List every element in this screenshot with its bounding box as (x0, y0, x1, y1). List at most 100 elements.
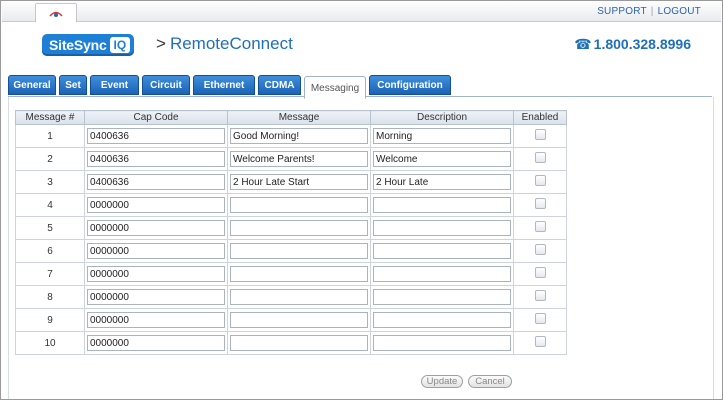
message-cell (227, 239, 371, 263)
description-cell (370, 170, 514, 194)
description-input[interactable] (373, 197, 511, 213)
support-link[interactable]: SUPPORT (597, 6, 647, 17)
enabled-checkbox[interactable] (534, 198, 546, 209)
message-input[interactable] (230, 220, 368, 236)
tab-ethernet[interactable]: Ethernet (193, 75, 255, 95)
tab-set[interactable]: Set (59, 75, 87, 95)
cap-code-input[interactable] (87, 243, 225, 259)
cap-code-input[interactable] (87, 128, 225, 144)
cap-code-input[interactable] (87, 289, 225, 305)
cap-code-input[interactable] (87, 266, 225, 282)
tab-circuit[interactable]: Circuit (142, 75, 190, 95)
tab-cdma[interactable]: CDMA (258, 75, 301, 95)
description-input[interactable] (373, 312, 511, 328)
message-number: 9 (15, 308, 85, 332)
description-input[interactable] (373, 243, 511, 259)
message-input[interactable] (230, 335, 368, 351)
enabled-checkbox[interactable] (534, 152, 546, 163)
enabled-checkbox[interactable] (534, 267, 546, 278)
message-number: 7 (15, 262, 85, 286)
enabled-cell (513, 331, 567, 355)
table-row: 5 (15, 216, 567, 240)
table-row: 4 (15, 193, 567, 217)
enabled-cell (513, 147, 567, 171)
column-header-description: Description (370, 110, 514, 125)
cap-code-cell (84, 262, 228, 286)
table-row: 10 (15, 331, 567, 355)
tab-event[interactable]: Event (90, 75, 139, 95)
message-input[interactable] (230, 128, 368, 144)
description-input[interactable] (373, 151, 511, 167)
cancel-button[interactable]: Cancel (468, 375, 512, 388)
table-header-row: Message # Cap Code Message Description E… (15, 110, 567, 125)
message-input[interactable] (230, 266, 368, 282)
cap-code-input[interactable] (87, 197, 225, 213)
tab-configuration[interactable]: Configuration (369, 75, 451, 95)
enabled-checkbox[interactable] (534, 221, 546, 232)
column-header-enabled: Enabled (513, 110, 567, 125)
tab-messaging[interactable]: Messaging (304, 76, 366, 99)
enabled-cell (513, 308, 567, 332)
cap-code-input[interactable] (87, 220, 225, 236)
enabled-checkbox[interactable] (534, 290, 546, 301)
table-row: 6 (15, 239, 567, 263)
description-input[interactable] (373, 289, 511, 305)
tab-general[interactable]: General (8, 75, 56, 95)
enabled-checkbox[interactable] (534, 244, 546, 255)
message-number: 3 (15, 170, 85, 194)
message-number: 1 (15, 124, 85, 148)
description-cell (370, 285, 514, 309)
enabled-checkbox[interactable] (534, 129, 546, 140)
enabled-checkbox[interactable] (534, 175, 546, 186)
description-input[interactable] (373, 335, 511, 351)
cap-code-cell (84, 285, 228, 309)
description-input[interactable] (373, 266, 511, 282)
column-header-message-num: Message # (15, 110, 85, 125)
browser-tab[interactable] (35, 3, 77, 22)
description-input[interactable] (373, 174, 511, 190)
message-cell (227, 308, 371, 332)
enabled-cell (513, 216, 567, 240)
message-input[interactable] (230, 197, 368, 213)
app-window: SUPPORT | LOGOUT SiteSync IQ > RemoteConnec… (0, 0, 723, 400)
cap-code-input[interactable] (87, 312, 225, 328)
message-input[interactable] (230, 174, 368, 190)
logout-link[interactable]: LOGOUT (658, 6, 701, 17)
cap-code-input[interactable] (87, 174, 225, 190)
enabled-cell (513, 193, 567, 217)
logo-text: SiteSync (49, 37, 107, 53)
table-row: 1 (15, 124, 567, 148)
description-cell (370, 239, 514, 263)
table-row: 2 (15, 147, 567, 171)
table-row: 8 (15, 285, 567, 309)
message-input[interactable] (230, 243, 368, 259)
message-cell (227, 147, 371, 171)
enabled-checkbox[interactable] (534, 336, 546, 347)
message-input[interactable] (230, 312, 368, 328)
title-suffix: Connect (229, 34, 293, 53)
sitesync-logo: SiteSync IQ (42, 34, 135, 56)
table-row: 9 (15, 308, 567, 332)
site-favicon-icon (49, 7, 63, 19)
enabled-cell (513, 285, 567, 309)
description-cell (370, 331, 514, 355)
link-separator: | (650, 6, 654, 17)
cap-code-input[interactable] (87, 151, 225, 167)
cap-code-cell (84, 147, 228, 171)
update-button[interactable]: Update (421, 375, 463, 388)
enabled-checkbox[interactable] (534, 313, 546, 324)
description-input[interactable] (373, 128, 511, 144)
enabled-cell (513, 124, 567, 148)
message-number: 5 (15, 216, 85, 240)
message-input[interactable] (230, 151, 368, 167)
column-header-cap-code: Cap Code (84, 110, 228, 125)
message-cell (227, 262, 371, 286)
message-number: 2 (15, 147, 85, 171)
description-input[interactable] (373, 220, 511, 236)
message-input[interactable] (230, 289, 368, 305)
title-prefix: Remote (169, 34, 230, 53)
description-cell (370, 216, 514, 240)
enabled-cell (513, 262, 567, 286)
cap-code-input[interactable] (87, 335, 225, 351)
phone-icon: ☎ (574, 36, 592, 52)
